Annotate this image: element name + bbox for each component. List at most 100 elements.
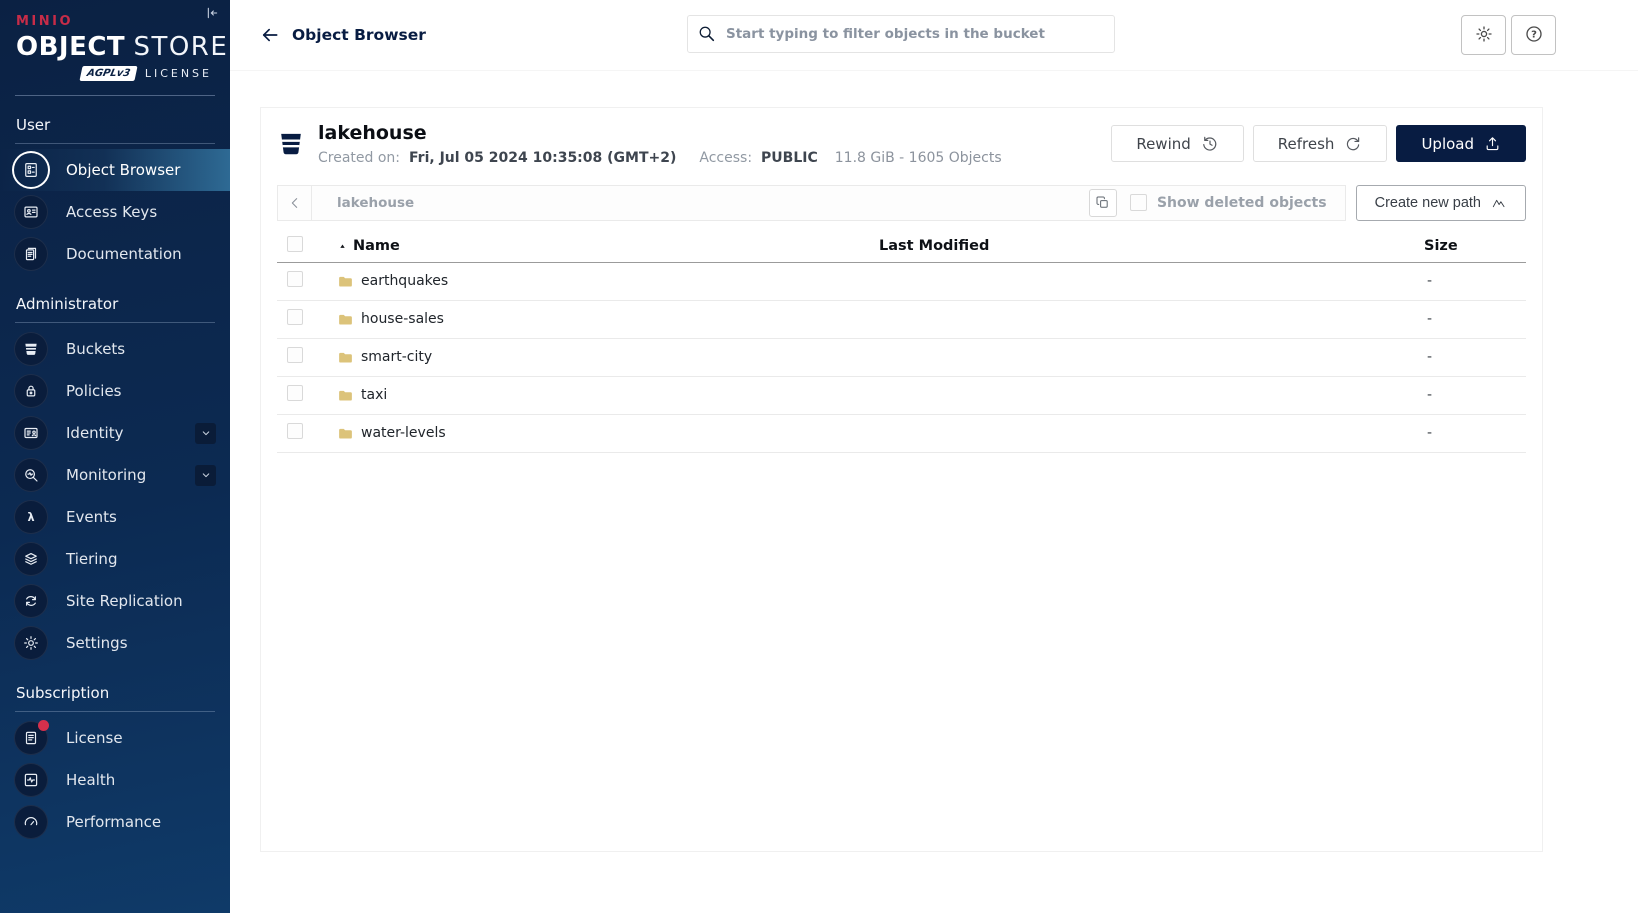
sidebar-item-policies[interactable]: Policies xyxy=(0,370,230,412)
policies-icon xyxy=(22,382,40,400)
site-replication-icon xyxy=(22,592,40,610)
table-row[interactable]: taxi - xyxy=(277,377,1526,415)
documentation-icon xyxy=(22,245,40,263)
sidebar-section-label: User xyxy=(16,116,51,134)
collapse-sidebar-icon[interactable] xyxy=(204,5,224,25)
sidebar-section: Administrator Buckets Policies Identity xyxy=(0,295,230,664)
table-row[interactable]: house-sales - xyxy=(277,301,1526,339)
sidebar-section-label: Administrator xyxy=(16,295,119,313)
folder-icon xyxy=(337,425,354,442)
object-name: water-levels xyxy=(361,425,446,442)
object-name: earthquakes xyxy=(361,273,449,290)
object-name: taxi xyxy=(361,387,388,404)
sidebar-item-identity[interactable]: Identity xyxy=(0,412,230,454)
path-back-button[interactable] xyxy=(278,185,312,220)
divider xyxy=(15,711,215,712)
gear-icon xyxy=(1474,24,1494,47)
bucket-icon xyxy=(277,128,305,159)
column-header-size[interactable]: Size xyxy=(1424,238,1526,254)
sidebar-item-license[interactable]: License xyxy=(0,717,230,759)
sidebar-item-label: Performance xyxy=(66,813,162,831)
divider xyxy=(15,95,215,96)
size-value: - xyxy=(1427,425,1433,442)
sidebar-item-label: Health xyxy=(66,771,116,789)
performance-icon xyxy=(22,813,40,831)
sidebar-item-label: Settings xyxy=(66,634,128,652)
sidebar-item-label: License xyxy=(66,729,123,747)
rewind-button[interactable]: Rewind xyxy=(1111,125,1244,163)
tiering-icon xyxy=(22,550,40,568)
sidebar-item-health[interactable]: Health xyxy=(0,759,230,801)
size-value: - xyxy=(1427,387,1433,404)
settings-icon xyxy=(22,634,40,652)
size-value: - xyxy=(1427,273,1433,290)
create-new-path-button[interactable]: Create new path xyxy=(1355,184,1526,221)
chevron-left-icon xyxy=(287,195,303,211)
row-checkbox[interactable] xyxy=(287,309,303,326)
show-deleted-toggle[interactable]: Show deleted objects xyxy=(1129,194,1327,212)
sidebar-item-settings[interactable]: Settings xyxy=(0,622,230,664)
select-all-checkbox[interactable] xyxy=(287,235,303,252)
sidebar-item-tiering[interactable]: Tiering xyxy=(0,538,230,580)
sidebar-item-label: Documentation xyxy=(66,245,182,263)
chevron-down-icon[interactable] xyxy=(195,464,216,486)
sidebar-item-access-keys[interactable]: Access Keys xyxy=(0,191,230,233)
sidebar-section: User Object Browser Access Keys Document… xyxy=(0,116,230,275)
upload-button[interactable]: Upload xyxy=(1396,125,1526,163)
sidebar-item-object-browser[interactable]: Object Browser xyxy=(0,149,230,191)
row-checkbox[interactable] xyxy=(287,423,303,440)
chevron-down-icon[interactable] xyxy=(195,422,216,444)
search-input[interactable] xyxy=(687,15,1115,53)
sidebar-item-label: Buckets xyxy=(66,340,126,358)
show-deleted-checkbox[interactable] xyxy=(1129,194,1147,212)
topbar: Object Browser ? xyxy=(230,0,1638,70)
brand-wordmark: MINIO xyxy=(16,14,74,29)
search-bar xyxy=(687,15,1115,53)
app: MINIO OBJECT STORE AGPLv3 LICENSE User O… xyxy=(0,0,1638,913)
column-header-last-modified[interactable]: Last Modified xyxy=(879,238,1424,254)
sidebar-item-documentation[interactable]: Documentation xyxy=(0,233,230,275)
sidebar-item-events[interactable]: λ Events xyxy=(0,496,230,538)
table-row[interactable]: earthquakes - xyxy=(277,263,1526,301)
bucket-browser-panel: lakehouse Created on: Fri, Jul 05 2024 1… xyxy=(260,107,1543,852)
path-toolbar: lakehouse Show deleted objects Create ne… xyxy=(277,184,1526,221)
help-button[interactable]: ? xyxy=(1511,15,1556,55)
sidebar-item-label: Events xyxy=(66,508,117,526)
sort-asc-icon xyxy=(337,240,348,251)
bucket-header: lakehouse Created on: Fri, Jul 05 2024 1… xyxy=(261,108,1542,176)
sidebar-item-label: Policies xyxy=(66,382,122,400)
folder-icon xyxy=(337,387,354,404)
settings-button[interactable] xyxy=(1461,15,1506,55)
column-header-name[interactable]: Name xyxy=(337,238,879,254)
table-body: earthquakes - house-sales - smart-city -… xyxy=(277,263,1526,453)
bucket-usage: 11.8 GiB - 1605 Objects xyxy=(834,149,1002,166)
table-header: Name Last Modified Size xyxy=(277,230,1526,263)
row-checkbox[interactable] xyxy=(287,271,303,288)
divider xyxy=(15,143,215,144)
back-arrow-icon xyxy=(260,25,280,45)
refresh-button[interactable]: Refresh xyxy=(1252,125,1388,163)
sidebar-item-site-replication[interactable]: Site Replication xyxy=(0,580,230,622)
back-button[interactable]: Object Browser xyxy=(260,25,426,45)
sidebar-item-buckets[interactable]: Buckets xyxy=(0,328,230,370)
sidebar-item-label: Object Browser xyxy=(66,161,181,179)
svg-text:λ: λ xyxy=(27,511,34,524)
sidebar: MINIO OBJECT STORE AGPLv3 LICENSE User O… xyxy=(0,0,230,913)
object-name: house-sales xyxy=(361,311,444,328)
sidebar-item-monitoring[interactable]: Monitoring xyxy=(0,454,230,496)
rewind-icon xyxy=(1201,135,1219,153)
object-name: smart-city xyxy=(361,349,433,366)
page-title: Object Browser xyxy=(292,26,426,44)
sidebar-item-performance[interactable]: Performance xyxy=(0,801,230,843)
copy-path-button[interactable] xyxy=(1088,188,1117,217)
table-row[interactable]: smart-city - xyxy=(277,339,1526,377)
buckets-icon xyxy=(22,340,40,358)
row-checkbox[interactable] xyxy=(287,385,303,402)
product-name-bold: OBJECT xyxy=(16,32,126,62)
agpl-badge: AGPLv3 xyxy=(79,66,138,81)
row-checkbox[interactable] xyxy=(287,347,303,364)
table-row[interactable]: water-levels - xyxy=(277,415,1526,453)
breadcrumb: lakehouse Show deleted objects xyxy=(277,184,1346,221)
license-label: LICENSE xyxy=(144,67,212,80)
events-icon: λ xyxy=(22,508,40,526)
